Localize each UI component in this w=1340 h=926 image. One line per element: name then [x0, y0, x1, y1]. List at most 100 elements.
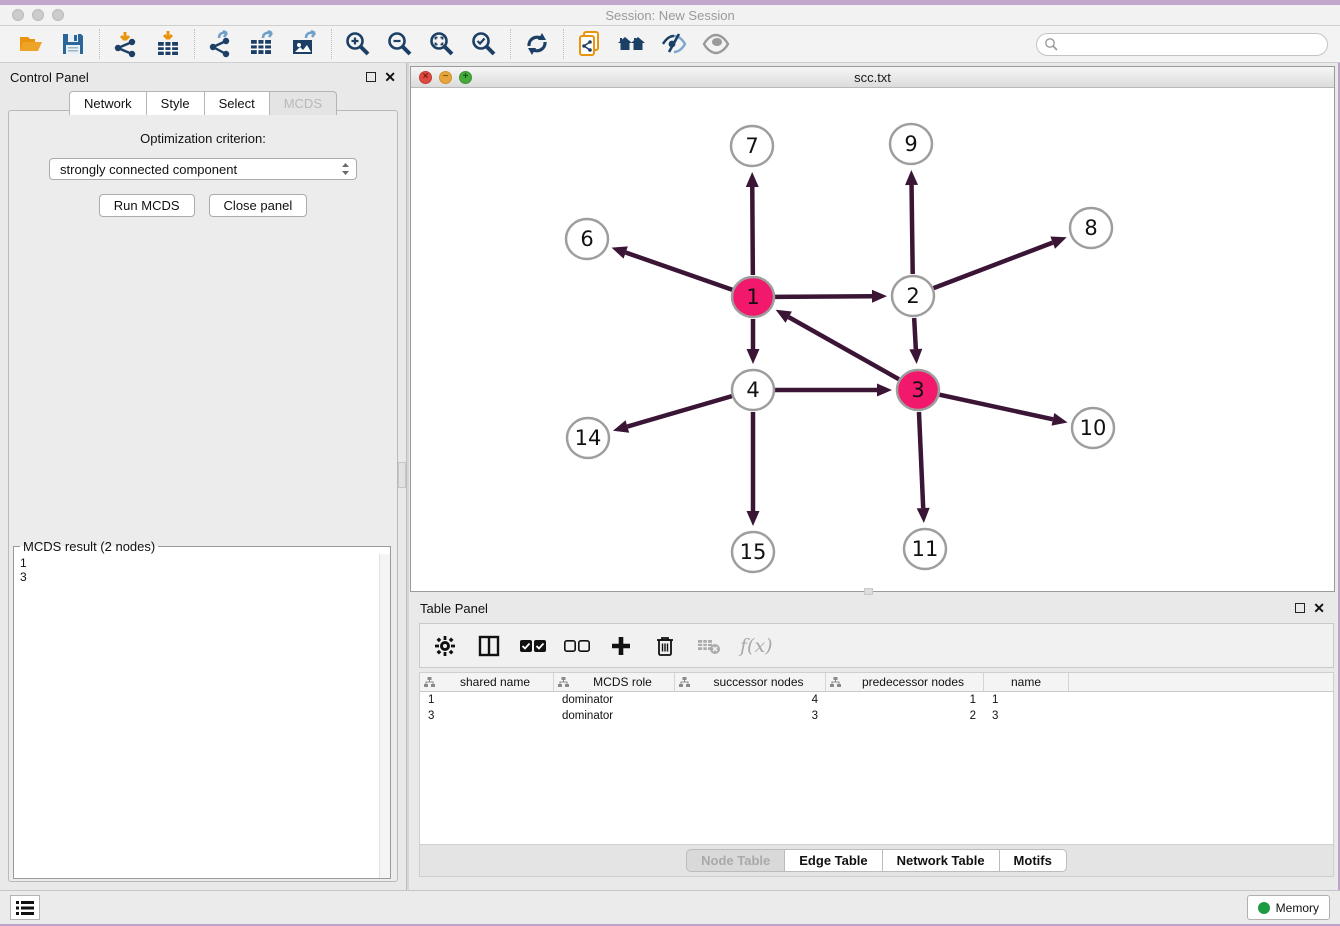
columns-icon[interactable]: [476, 633, 502, 659]
table-body[interactable]: 1dominator4113dominator323: [420, 692, 1333, 724]
run-mcds-button[interactable]: Run MCDS: [99, 194, 195, 217]
edge-2-9[interactable]: [912, 185, 913, 274]
table-cell[interactable]: dominator: [554, 692, 675, 708]
tab-node-table[interactable]: Node Table: [686, 849, 784, 872]
close-panel-icon[interactable]: ✕: [384, 72, 396, 82]
column-header-successor-nodes[interactable]: successor nodes: [675, 673, 826, 691]
edge-3-10[interactable]: [939, 395, 1052, 420]
table-cell[interactable]: 1: [984, 692, 1069, 708]
tab-network-table[interactable]: Network Table: [882, 849, 999, 872]
function-icon: f(x): [740, 635, 773, 657]
edge-3-1[interactable]: [789, 317, 899, 379]
task-history-button[interactable]: [10, 895, 40, 920]
tab-edge-table[interactable]: Edge Table: [784, 849, 881, 872]
gear-icon[interactable]: [432, 633, 458, 659]
search-input[interactable]: [1036, 33, 1328, 56]
select-stepper-icon: [341, 162, 350, 176]
network-minimize-icon[interactable]: −: [439, 71, 452, 84]
close-window-icon[interactable]: [12, 9, 24, 21]
deselect-all-icon[interactable]: [564, 633, 590, 659]
zoom-selected-icon[interactable]: [469, 29, 499, 59]
tab-style[interactable]: Style: [146, 91, 204, 115]
table-panel: Table Panel ✕ f(x) shared: [410, 595, 1335, 890]
table-cell[interactable]: 3: [420, 708, 554, 724]
memory-button[interactable]: Memory: [1247, 895, 1330, 920]
table-row[interactable]: 1dominator411: [420, 692, 1333, 708]
maximize-window-icon[interactable]: [52, 9, 64, 21]
table-cell[interactable]: 3: [984, 708, 1069, 724]
minimize-window-icon[interactable]: [32, 9, 44, 21]
toolbar-separator: [331, 29, 332, 59]
close-panel-button[interactable]: Close panel: [209, 194, 308, 217]
column-header-shared-name[interactable]: shared name: [420, 673, 554, 691]
criterion-select[interactable]: strongly connected component: [49, 158, 357, 180]
column-header-name[interactable]: name: [984, 673, 1069, 691]
import-table-icon[interactable]: [153, 29, 183, 59]
table-cell[interactable]: 1: [826, 692, 984, 708]
add-row-icon[interactable]: [608, 633, 634, 659]
table-cell[interactable]: 3: [675, 708, 826, 724]
edge-3-11[interactable]: [919, 412, 923, 508]
tab-network[interactable]: Network: [69, 91, 146, 115]
vertical-splitter-handle[interactable]: [398, 462, 406, 488]
toolbar-separator: [510, 29, 511, 59]
table-float-panel-icon[interactable]: [1295, 603, 1305, 613]
vertical-splitter[interactable]: [406, 63, 409, 890]
table-cell[interactable]: 4: [675, 692, 826, 708]
tab-motifs[interactable]: Motifs: [999, 849, 1067, 872]
zoom-fit-icon[interactable]: [427, 29, 457, 59]
toolbar-separator: [99, 29, 100, 59]
tab-mcds[interactable]: MCDS: [269, 91, 337, 115]
table-row[interactable]: 3dominator323: [420, 708, 1333, 724]
node-table[interactable]: shared nameMCDS rolesuccessor nodesprede…: [419, 672, 1334, 845]
window-controls[interactable]: [12, 9, 64, 21]
export-image-icon[interactable]: [290, 29, 320, 59]
table-cell[interactable]: 1: [420, 692, 554, 708]
delete-table-icon[interactable]: [696, 633, 722, 659]
hide-edges-icon[interactable]: [659, 29, 689, 59]
show-graphics-icon[interactable]: [701, 29, 731, 59]
edge-2-8[interactable]: [934, 243, 1053, 289]
node-label-7: 7: [745, 134, 758, 158]
float-panel-icon[interactable]: [366, 72, 376, 82]
node-label-14: 14: [575, 426, 602, 450]
control-panel-tabs: NetworkStyleSelectMCDS: [0, 91, 406, 115]
table-cell[interactable]: dominator: [554, 708, 675, 724]
network-window-titlebar[interactable]: × − + scc.txt: [411, 67, 1334, 88]
edge-arrowhead: [747, 349, 760, 364]
save-session-icon[interactable]: [58, 29, 88, 59]
edge-2-3[interactable]: [914, 318, 916, 349]
edge-arrowhead: [917, 508, 930, 523]
edge-1-6[interactable]: [626, 253, 733, 290]
edge-1-7[interactable]: [752, 187, 753, 275]
select-all-icon[interactable]: [520, 633, 546, 659]
edge-4-14[interactable]: [627, 396, 732, 426]
mcds-result-text[interactable]: 1 3: [14, 554, 379, 878]
network-canvas[interactable]: 7968124314101511: [411, 88, 1334, 591]
network-maximize-icon[interactable]: +: [459, 71, 472, 84]
node-label-10: 10: [1080, 416, 1107, 440]
network-close-icon[interactable]: ×: [419, 71, 432, 84]
new-network-icon[interactable]: [575, 29, 605, 59]
table-header-row[interactable]: shared nameMCDS rolesuccessor nodesprede…: [420, 673, 1333, 692]
app-title: Session: New Session: [0, 8, 1340, 23]
refresh-icon[interactable]: [522, 29, 552, 59]
column-header-predecessor-nodes[interactable]: predecessor nodes: [826, 673, 984, 691]
export-network-icon[interactable]: [206, 29, 236, 59]
table-close-panel-icon[interactable]: ✕: [1313, 603, 1325, 613]
table-cell[interactable]: 2: [826, 708, 984, 724]
export-table-icon[interactable]: [248, 29, 278, 59]
horizontal-splitter-handle[interactable]: [864, 588, 873, 595]
import-network-icon[interactable]: [111, 29, 141, 59]
open-session-icon[interactable]: [16, 29, 46, 59]
result-scrollbar[interactable]: [379, 554, 390, 878]
zoom-out-icon[interactable]: [385, 29, 415, 59]
network-graph[interactable]: 7968124314101511: [411, 88, 1334, 591]
home-network-icon[interactable]: [617, 29, 647, 59]
delete-row-icon[interactable]: [652, 633, 678, 659]
zoom-in-icon[interactable]: [343, 29, 373, 59]
edge-1-2[interactable]: [775, 296, 872, 297]
column-header-MCDS-role[interactable]: MCDS role: [554, 673, 675, 691]
edge-arrowhead: [612, 246, 628, 258]
tab-select[interactable]: Select: [204, 91, 269, 115]
